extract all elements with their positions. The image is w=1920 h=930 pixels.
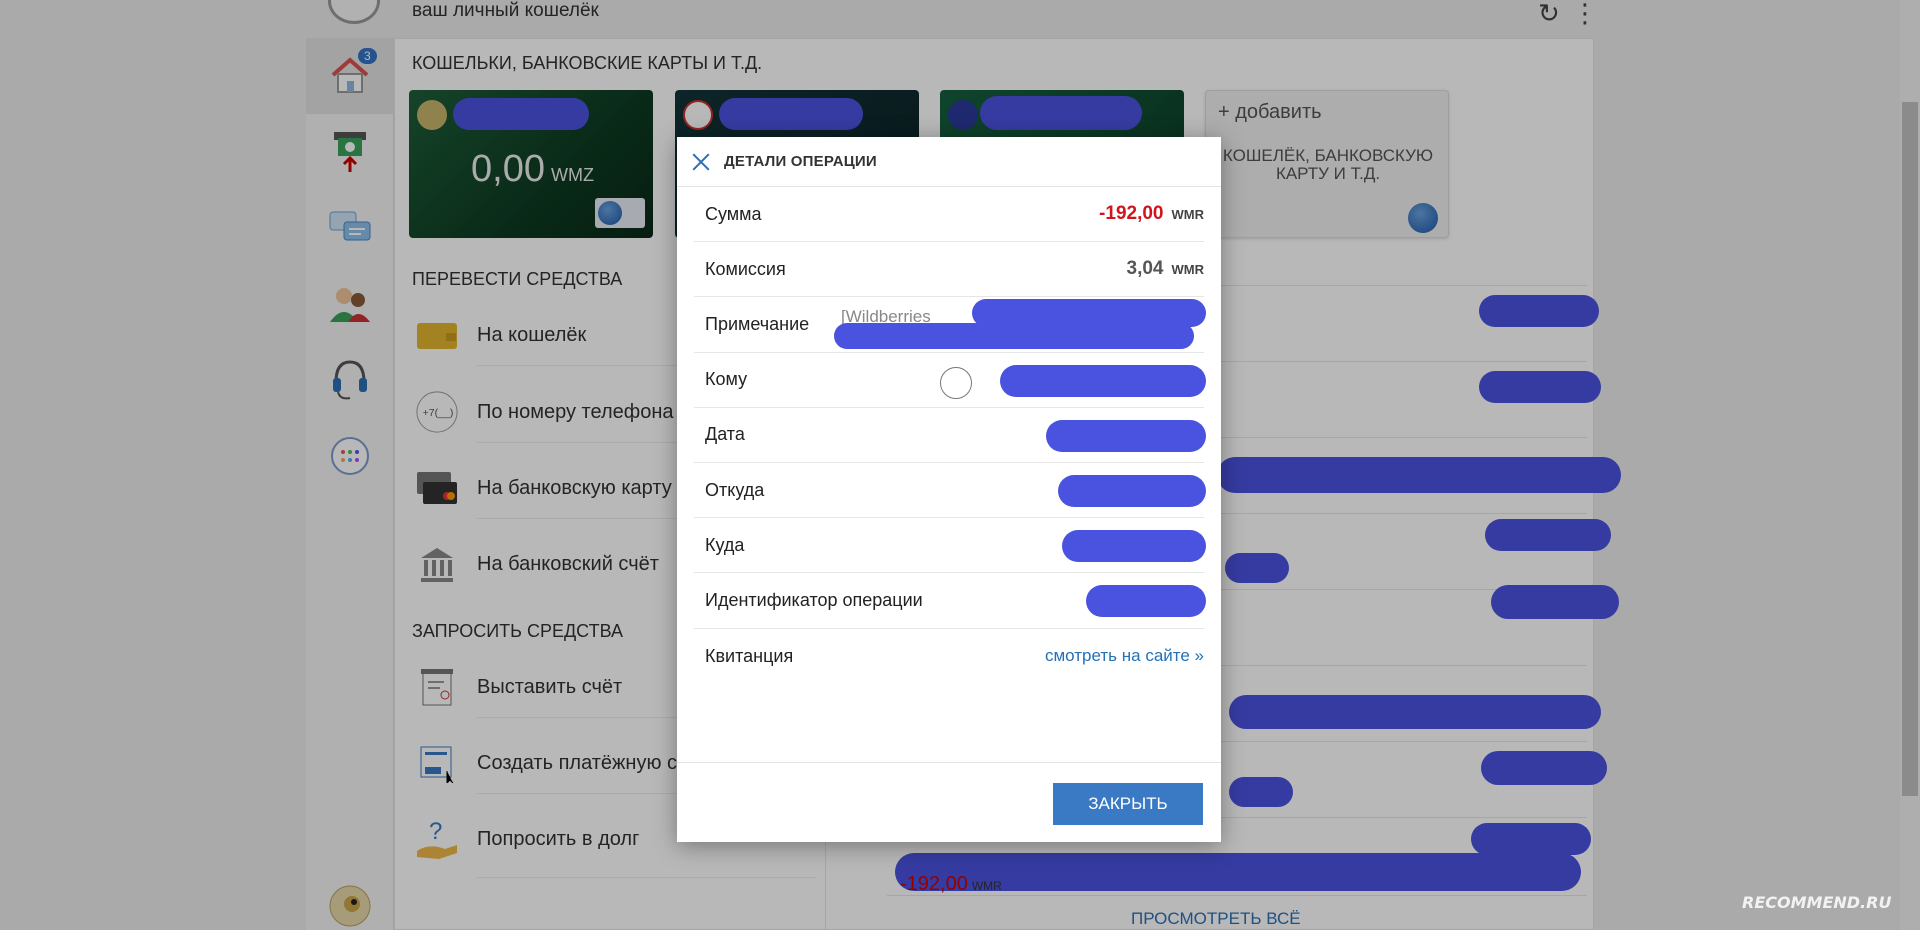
- detail-value-amount: -192,00 WMR: [1099, 203, 1204, 225]
- modal-header: ДЕТАЛИ ОПЕРАЦИИ: [677, 137, 1221, 187]
- redacted-recipient: [1000, 364, 1206, 397]
- detail-row-recipient: Кому: [694, 353, 1206, 408]
- view-receipt-link[interactable]: смотреть на сайте »: [1045, 646, 1204, 666]
- redacted-operation-id: [1086, 585, 1206, 618]
- detail-row-operation-id: Идентификатор операции: [694, 573, 1206, 629]
- watermark: RECOMMEND.RU: [1742, 893, 1892, 912]
- redacted-note: [834, 323, 1194, 350]
- detail-label: Комиссия: [705, 258, 786, 279]
- operation-details-modal: ДЕТАЛИ ОПЕРАЦИИ Сумма -192,00 WMR Комисси…: [677, 137, 1221, 842]
- redacted-destination: [1062, 530, 1206, 563]
- detail-row-destination: Куда: [694, 518, 1206, 574]
- fee-value: 3,04: [1126, 258, 1164, 280]
- detail-label: Дата: [705, 424, 745, 445]
- amount-unit: WMR: [1171, 207, 1205, 223]
- redacted-source: [1058, 474, 1206, 507]
- detail-row-note: Примечание [Wildberries: [694, 297, 1206, 353]
- fee-unit: WMR: [1171, 262, 1205, 278]
- modal-title: ДЕТАЛИ ОПЕРАЦИИ: [724, 153, 877, 170]
- detail-value-fee: 3,04 WMR: [1127, 258, 1204, 280]
- detail-label: Кому: [705, 369, 748, 390]
- amount-value: -192,00: [1099, 203, 1164, 225]
- detail-label: Примечание: [705, 313, 810, 334]
- details-list: Сумма -192,00 WMR Комиссия 3,04 WMR Примеч…: [694, 187, 1206, 684]
- detail-label: Идентификатор операции: [705, 589, 923, 610]
- close-button[interactable]: ЗАКРЫТЬ: [1053, 783, 1203, 825]
- redacted-date: [1046, 419, 1206, 452]
- cursor-circle-icon: [940, 366, 972, 399]
- detail-label: Сумма: [705, 203, 762, 224]
- detail-row-date: Дата: [694, 408, 1206, 463]
- detail-row-receipt: Квитанция смотреть на сайте »: [694, 629, 1204, 684]
- detail-label: Откуда: [705, 479, 765, 500]
- detail-row-fee: Комиссия 3,04 WMR: [694, 242, 1204, 298]
- detail-row-amount: Сумма -192,00 WMR: [694, 187, 1204, 243]
- detail-label: Куда: [705, 534, 745, 555]
- detail-row-source: Откуда: [694, 463, 1206, 519]
- modal-footer: ЗАКРЫТЬ: [677, 762, 1221, 842]
- detail-label: Квитанция: [705, 645, 794, 666]
- close-icon[interactable]: [690, 151, 712, 173]
